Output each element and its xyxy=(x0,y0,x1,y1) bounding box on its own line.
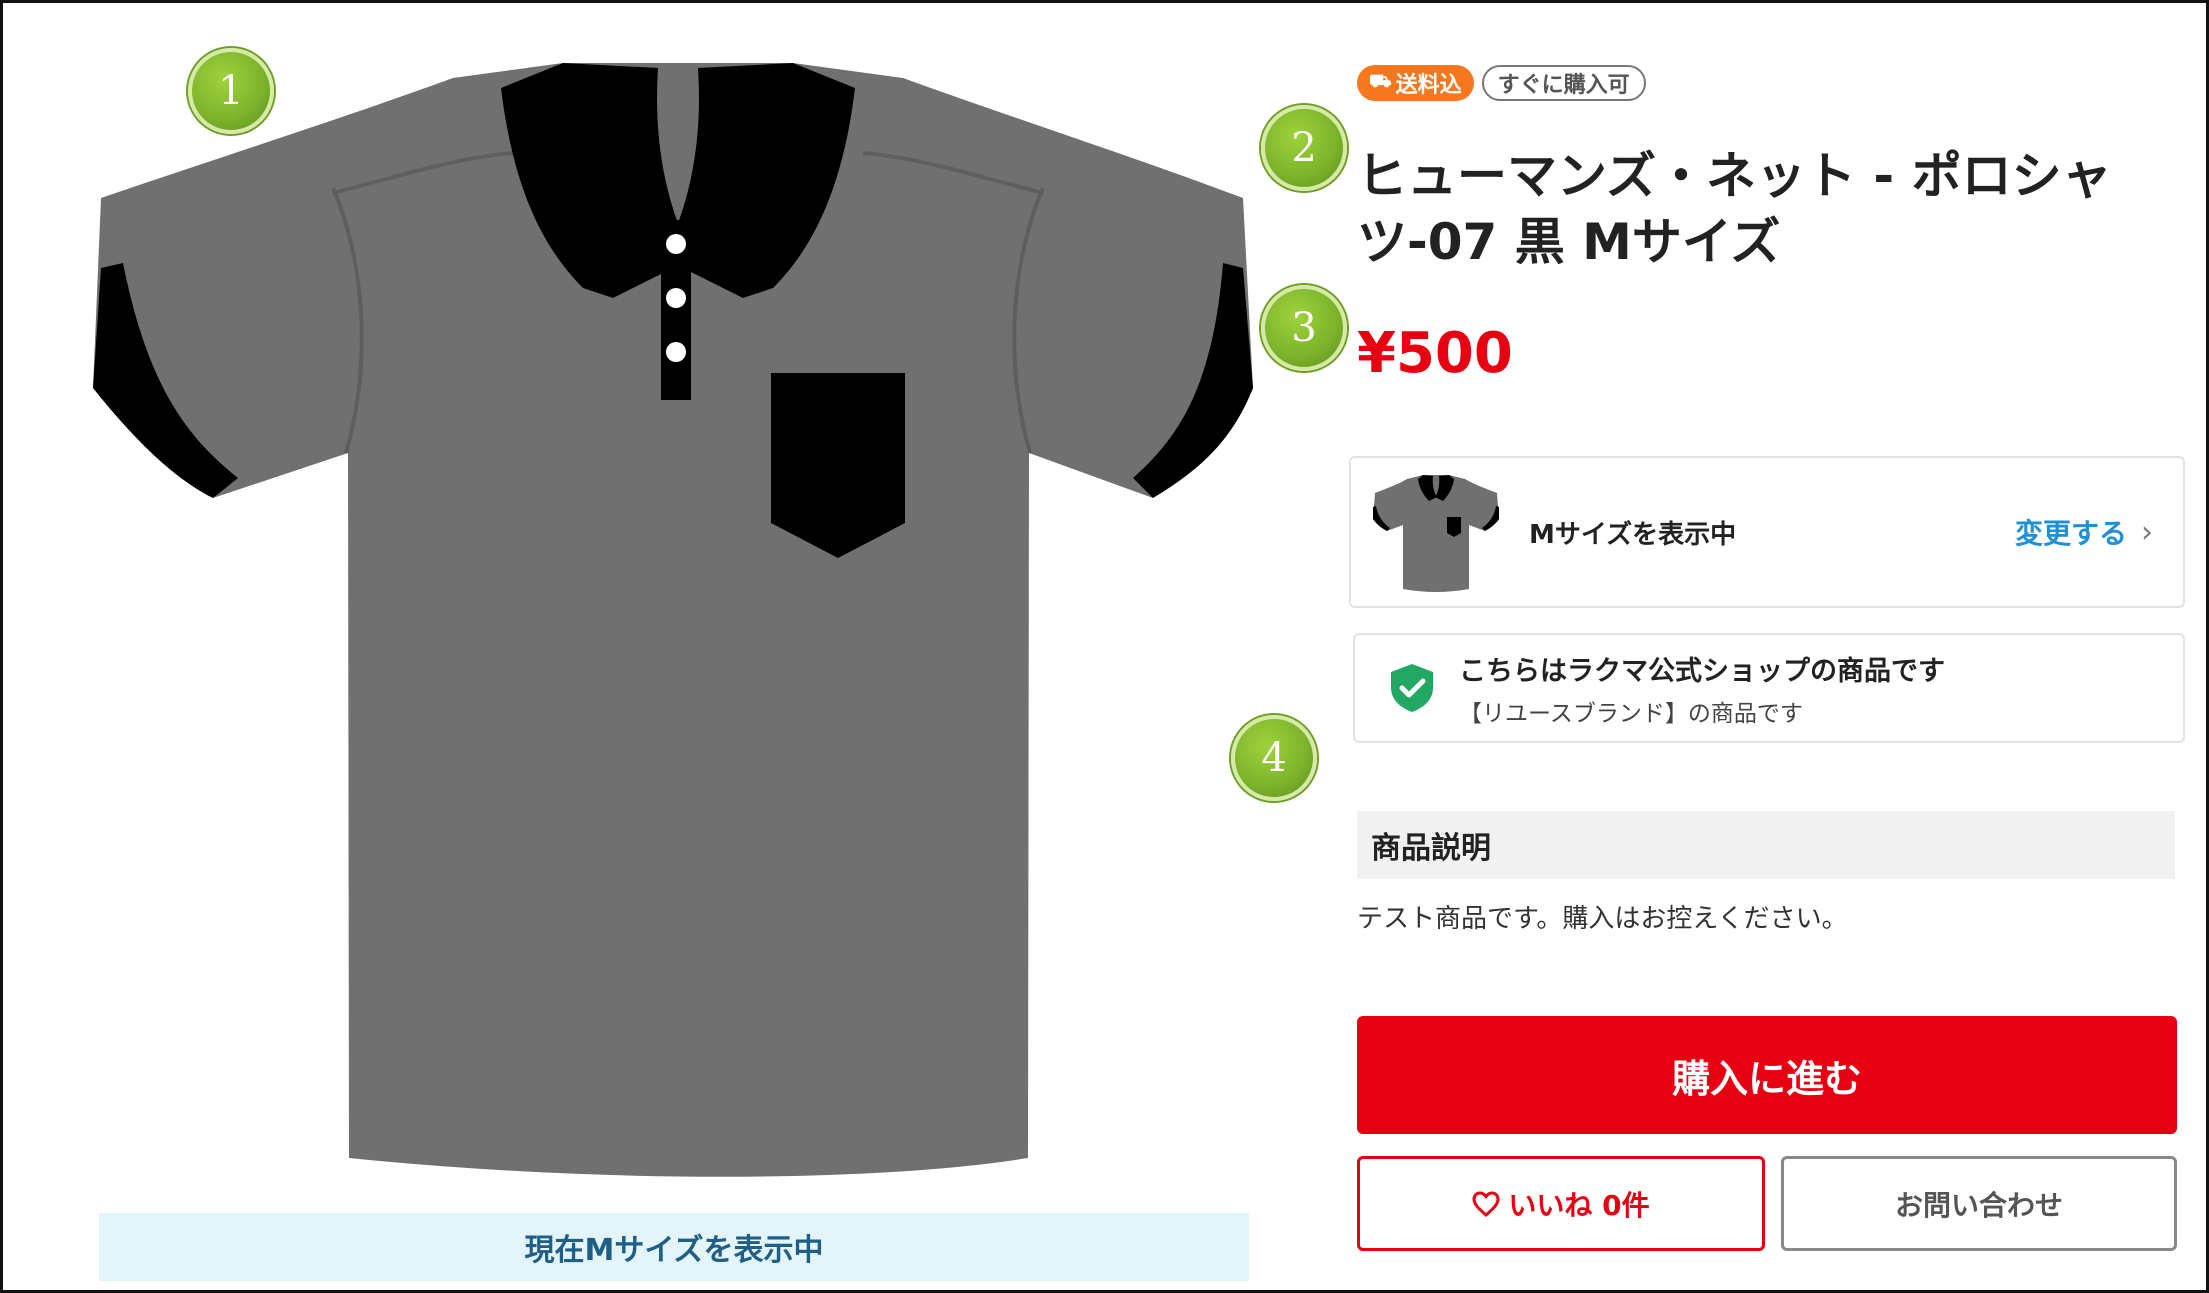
page-frame: 現在Mサイズを表示中 1 2 3 4 ⛟ 送料込 すぐに購入可 ヒューマンズ・ネ… xyxy=(0,0,2209,1293)
size-display-banner: 現在Mサイズを表示中 xyxy=(99,1213,1249,1281)
official-shop-title: こちらはラクマ公式ショップの商品です xyxy=(1459,655,1945,687)
official-shop-card: こちらはラクマ公式ショップの商品です 【リユースブランド】の商品です xyxy=(1353,633,2185,743)
shirt-thumbnail xyxy=(1373,475,1499,592)
product-image[interactable] xyxy=(93,58,1253,1208)
product-badges: ⛟ 送料込 すぐに購入可 xyxy=(1357,65,1646,101)
annotation-marker-4: 4 xyxy=(1231,715,1317,801)
annotation-marker-3: 3 xyxy=(1261,285,1347,371)
proceed-to-purchase-button[interactable]: 購入に進む xyxy=(1357,1016,2177,1134)
like-count-label: いいね 0件 xyxy=(1508,1188,1650,1222)
annotation-marker-1: 1 xyxy=(188,48,274,134)
description-body: テスト商品です。購入はお控えください。 xyxy=(1357,904,1848,934)
free-shipping-badge: ⛟ 送料込 xyxy=(1357,65,1474,101)
annotation-marker-2: 2 xyxy=(1261,105,1347,191)
size-display-label: Mサイズを表示中 xyxy=(1529,519,1737,550)
change-size-link[interactable]: 変更する xyxy=(2015,512,2127,552)
like-button[interactable]: いいね 0件 xyxy=(1357,1156,1765,1251)
description-heading: 商品説明 xyxy=(1357,811,2175,879)
free-shipping-label: 送料込 xyxy=(1395,73,1462,98)
official-shop-subtitle: 【リユースブランド】の商品です xyxy=(1459,700,1803,727)
size-selector-card[interactable]: Mサイズを表示中 変更する › xyxy=(1349,456,2185,608)
product-title: ヒューマンズ・ネット - ポロシャツ-07 黒 Mサイズ xyxy=(1357,147,2112,271)
product-price: ¥500 xyxy=(1357,321,1513,386)
shield-check-icon xyxy=(1391,664,1433,712)
heart-icon xyxy=(1472,1190,1500,1217)
instant-buy-badge: すぐに購入可 xyxy=(1481,65,1646,101)
contact-button[interactable]: お問い合わせ xyxy=(1781,1156,2177,1251)
truck-icon: ⛟ xyxy=(1369,71,1392,92)
chevron-right-icon: › xyxy=(2141,514,2153,550)
polo-shirt-illustration xyxy=(93,63,1253,1177)
